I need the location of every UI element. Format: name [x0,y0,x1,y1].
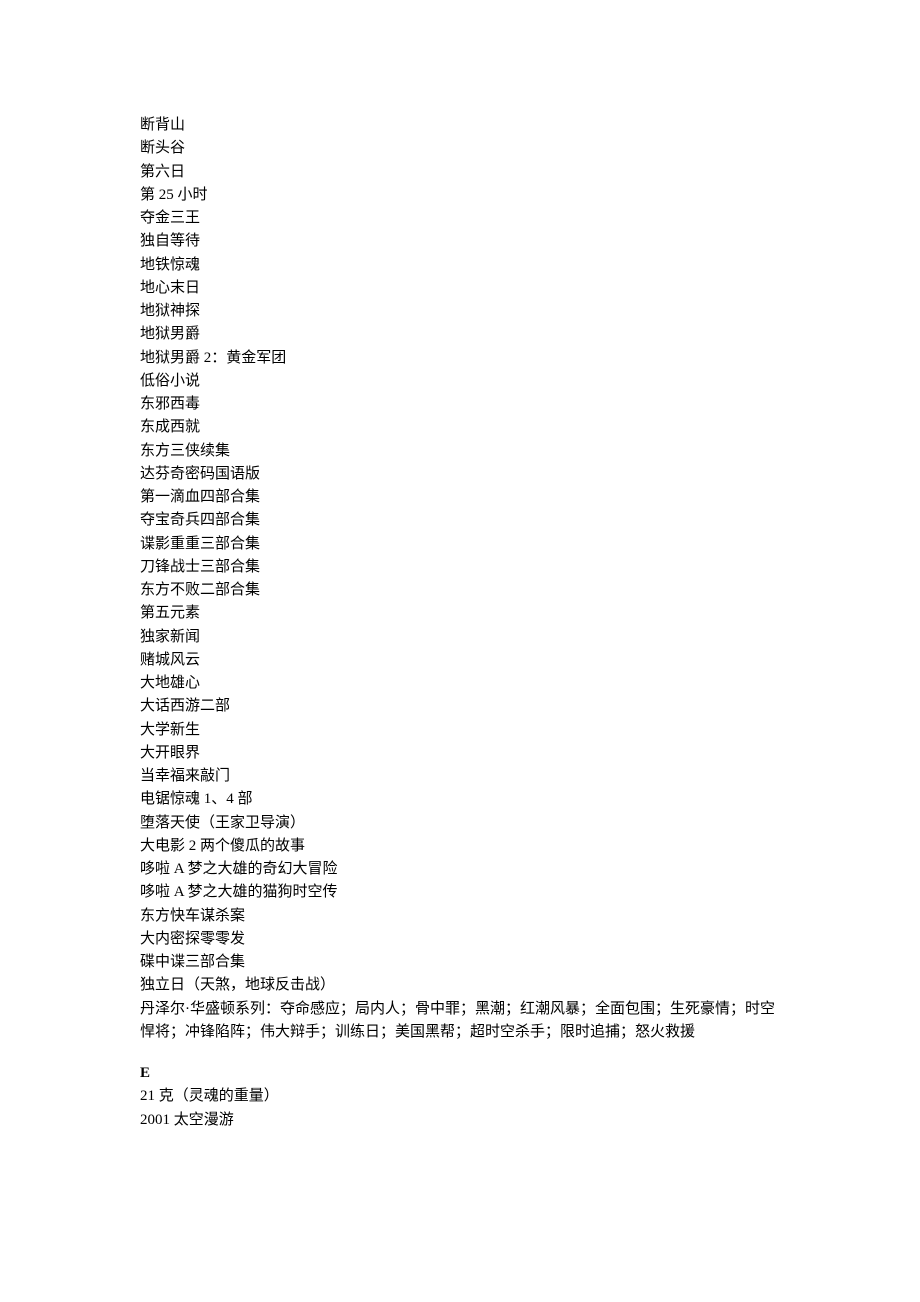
list-item: 大内密探零零发 [140,928,780,951]
list-item: 大电影 2 两个傻瓜的故事 [140,835,780,858]
list-item: 第 25 小时 [140,184,780,207]
list-item: 大话西游二部 [140,695,780,718]
section-d-list: 断背山断头谷第六日第 25 小时夺金三王独自等待地铁惊魂地心末日地狱神探地狱男爵… [140,114,780,1044]
list-item: 地铁惊魂 [140,254,780,277]
list-item: 地狱男爵 [140,323,780,346]
list-item: 谍影重重三部合集 [140,533,780,556]
document-page: 断背山断头谷第六日第 25 小时夺金三王独自等待地铁惊魂地心末日地狱神探地狱男爵… [0,0,920,1272]
list-item: 东邪西毒 [140,393,780,416]
list-item: 断背山 [140,114,780,137]
list-item: 大学新生 [140,719,780,742]
list-item: 大地雄心 [140,672,780,695]
list-item: 丹泽尔·华盛顿系列：夺命感应；局内人；骨中罪；黑潮；红潮风暴；全面包围；生死豪情… [140,998,780,1045]
list-item: 21 克（灵魂的重量） [140,1085,780,1108]
list-item: 夺金三王 [140,207,780,230]
list-item: 堕落天使（王家卫导演） [140,812,780,835]
list-item: 地狱男爵 2：黄金军团 [140,347,780,370]
list-item: 断头谷 [140,137,780,160]
section-e-list: 21 克（灵魂的重量）2001 太空漫游 [140,1085,780,1132]
list-item: 当幸福来敲门 [140,765,780,788]
list-item: 刀锋战士三部合集 [140,556,780,579]
list-item: 独自等待 [140,230,780,253]
list-item: 电锯惊魂 1、4 部 [140,788,780,811]
list-item: 地狱神探 [140,300,780,323]
list-item: 东方三侠续集 [140,440,780,463]
list-item: 低俗小说 [140,370,780,393]
list-item: 碟中谍三部合集 [140,951,780,974]
list-item: 赌城风云 [140,649,780,672]
list-item: 大开眼界 [140,742,780,765]
section-e-heading: E [140,1062,780,1085]
list-item: 达芬奇密码国语版 [140,463,780,486]
list-item: 夺宝奇兵四部合集 [140,509,780,532]
list-item: 独家新闻 [140,626,780,649]
list-item: 第一滴血四部合集 [140,486,780,509]
list-item: 哆啦 A 梦之大雄的奇幻大冒险 [140,858,780,881]
list-item: 东方不败二部合集 [140,579,780,602]
list-item: 地心末日 [140,277,780,300]
list-item: 独立日（天煞，地球反击战） [140,974,780,997]
list-item: 第五元素 [140,602,780,625]
list-item: 东成西就 [140,416,780,439]
list-item: 第六日 [140,161,780,184]
list-item: 2001 太空漫游 [140,1109,780,1132]
list-item: 哆啦 A 梦之大雄的猫狗时空传 [140,881,780,904]
list-item: 东方快车谋杀案 [140,905,780,928]
